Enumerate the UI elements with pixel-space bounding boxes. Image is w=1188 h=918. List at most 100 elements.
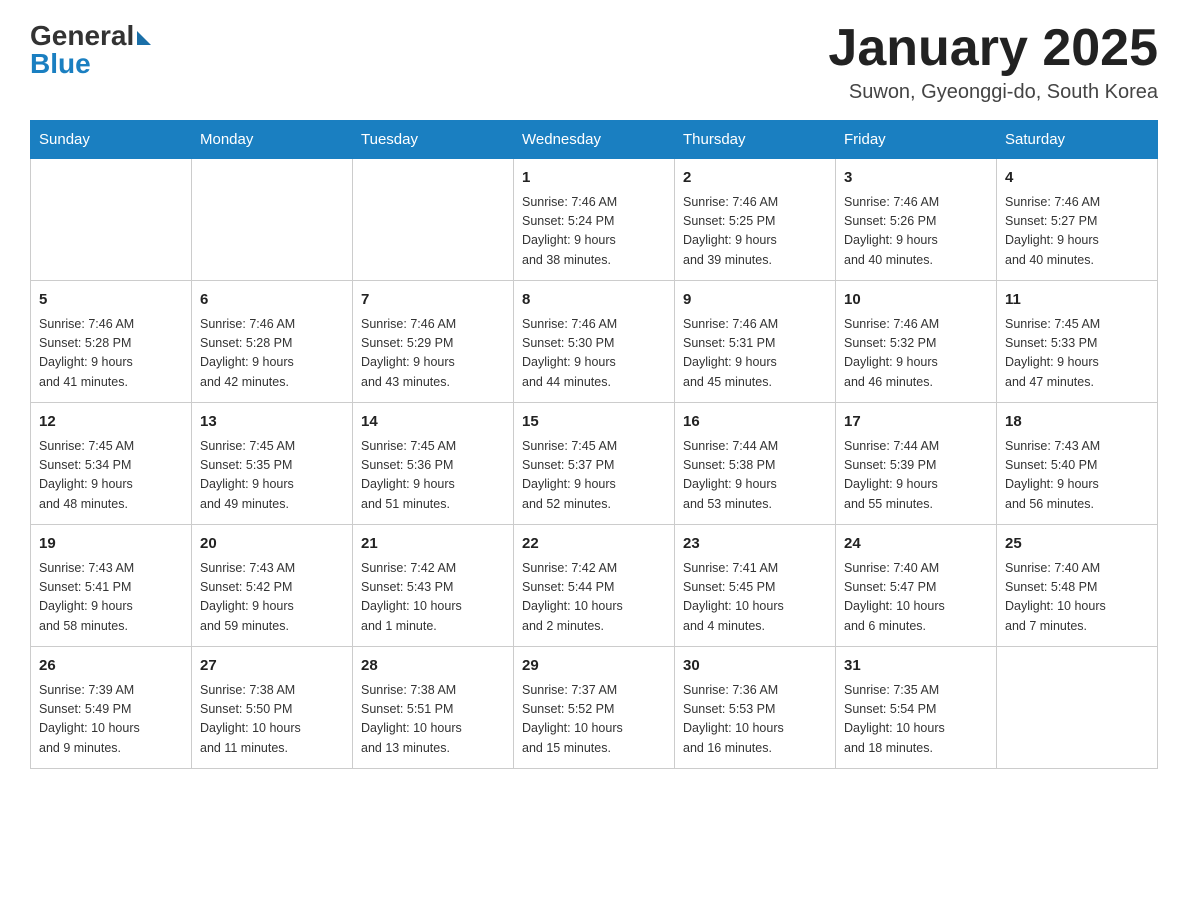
day-info: Sunrise: 7:45 AM Sunset: 5:37 PM Dayligh… <box>522 439 617 511</box>
calendar-week-4: 19Sunrise: 7:43 AM Sunset: 5:41 PM Dayli… <box>31 525 1158 647</box>
calendar-week-1: 1 Sunrise: 7:46 AM Sunset: 5:24 PM Daylig… <box>31 159 1158 281</box>
day-info: Sunrise: 7:46 AM Sunset: 5:32 PM Dayligh… <box>844 317 939 389</box>
day-info: Sunrise: 7:44 AM Sunset: 5:39 PM Dayligh… <box>844 439 939 511</box>
calendar-header-row: Sunday Monday Tuesday Wednesday Thursday… <box>31 121 1158 159</box>
calendar-cell: 8 Sunrise: 7:46 AM Sunset: 5:30 PM Daylig… <box>514 281 675 403</box>
calendar-cell <box>192 159 353 281</box>
calendar-cell: 19Sunrise: 7:43 AM Sunset: 5:41 PM Dayli… <box>31 525 192 647</box>
day-info: Sunrise: 7:45 AM Sunset: 5:34 PM Dayligh… <box>39 439 134 511</box>
calendar-cell: 21Sunrise: 7:42 AM Sunset: 5:43 PM Dayli… <box>353 525 514 647</box>
day-number: 25 <box>1005 533 1149 556</box>
calendar-cell: 4 Sunrise: 7:46 AM Sunset: 5:27 PM Daylig… <box>997 159 1158 281</box>
day-info: Sunrise: 7:38 AM Sunset: 5:51 PM Dayligh… <box>361 683 462 755</box>
calendar-cell: 26 Sunrise: 7:39 AM Sunset: 5:49 PM Dayli… <box>31 647 192 769</box>
calendar-cell: 27 Sunrise: 7:38 AM Sunset: 5:50 PM Dayli… <box>192 647 353 769</box>
day-number: 27 <box>200 655 344 678</box>
day-info: Sunrise: 7:41 AM Sunset: 5:45 PM Dayligh… <box>683 561 784 633</box>
calendar-cell: 28 Sunrise: 7:38 AM Sunset: 5:51 PM Dayli… <box>353 647 514 769</box>
day-info: Sunrise: 7:45 AM Sunset: 5:33 PM Dayligh… <box>1005 317 1100 389</box>
day-info: Sunrise: 7:45 AM Sunset: 5:36 PM Dayligh… <box>361 439 456 511</box>
header-saturday: Saturday <box>997 121 1158 159</box>
calendar-cell: 14 Sunrise: 7:45 AM Sunset: 5:36 PM Dayli… <box>353 403 514 525</box>
title-section: January 2025 Suwon, Gyeonggi-do, South K… <box>828 20 1158 104</box>
calendar-cell: 20 Sunrise: 7:43 AM Sunset: 5:42 PM Dayli… <box>192 525 353 647</box>
calendar-cell: 24 Sunrise: 7:40 AM Sunset: 5:47 PM Dayli… <box>836 525 997 647</box>
day-number: 30 <box>683 655 827 678</box>
day-info: Sunrise: 7:37 AM Sunset: 5:52 PM Dayligh… <box>522 683 623 755</box>
day-number: 5 <box>39 289 183 312</box>
day-number: 28 <box>361 655 505 678</box>
day-info: Sunrise: 7:46 AM Sunset: 5:25 PM Dayligh… <box>683 195 778 267</box>
day-info: Sunrise: 7:38 AM Sunset: 5:50 PM Dayligh… <box>200 683 301 755</box>
day-info: Sunrise: 7:46 AM Sunset: 5:28 PM Dayligh… <box>200 317 295 389</box>
header-tuesday: Tuesday <box>353 121 514 159</box>
day-number: 22 <box>522 533 666 556</box>
logo: General Blue <box>30 20 151 80</box>
day-number: 24 <box>844 533 988 556</box>
calendar-cell: 16 Sunrise: 7:44 AM Sunset: 5:38 PM Dayli… <box>675 403 836 525</box>
day-number: 31 <box>844 655 988 678</box>
day-number: 13 <box>200 411 344 434</box>
day-info: Sunrise: 7:40 AM Sunset: 5:48 PM Dayligh… <box>1005 561 1106 633</box>
calendar-cell: 6Sunrise: 7:46 AM Sunset: 5:28 PM Daylig… <box>192 281 353 403</box>
day-info: Sunrise: 7:46 AM Sunset: 5:27 PM Dayligh… <box>1005 195 1100 267</box>
calendar-cell: 29Sunrise: 7:37 AM Sunset: 5:52 PM Dayli… <box>514 647 675 769</box>
day-number: 20 <box>200 533 344 556</box>
calendar-cell: 5Sunrise: 7:46 AM Sunset: 5:28 PM Daylig… <box>31 281 192 403</box>
day-info: Sunrise: 7:39 AM Sunset: 5:49 PM Dayligh… <box>39 683 140 755</box>
day-number: 18 <box>1005 411 1149 434</box>
calendar-cell: 3 Sunrise: 7:46 AM Sunset: 5:26 PM Daylig… <box>836 159 997 281</box>
page-header: General Blue January 2025 Suwon, Gyeongg… <box>30 20 1158 104</box>
day-info: Sunrise: 7:42 AM Sunset: 5:43 PM Dayligh… <box>361 561 462 633</box>
header-monday: Monday <box>192 121 353 159</box>
day-info: Sunrise: 7:46 AM Sunset: 5:29 PM Dayligh… <box>361 317 456 389</box>
header-thursday: Thursday <box>675 121 836 159</box>
day-info: Sunrise: 7:45 AM Sunset: 5:35 PM Dayligh… <box>200 439 295 511</box>
calendar-week-5: 26 Sunrise: 7:39 AM Sunset: 5:49 PM Dayli… <box>31 647 1158 769</box>
calendar-cell: 31 Sunrise: 7:35 AM Sunset: 5:54 PM Dayli… <box>836 647 997 769</box>
day-info: Sunrise: 7:43 AM Sunset: 5:42 PM Dayligh… <box>200 561 295 633</box>
day-number: 9 <box>683 289 827 312</box>
calendar-cell: 10 Sunrise: 7:46 AM Sunset: 5:32 PM Dayli… <box>836 281 997 403</box>
day-number: 1 <box>522 167 666 190</box>
header-friday: Friday <box>836 121 997 159</box>
calendar-cell: 1 Sunrise: 7:46 AM Sunset: 5:24 PM Daylig… <box>514 159 675 281</box>
day-number: 2 <box>683 167 827 190</box>
day-number: 19 <box>39 533 183 556</box>
header-sunday: Sunday <box>31 121 192 159</box>
calendar-cell: 12Sunrise: 7:45 AM Sunset: 5:34 PM Dayli… <box>31 403 192 525</box>
day-info: Sunrise: 7:42 AM Sunset: 5:44 PM Dayligh… <box>522 561 623 633</box>
calendar-cell: 18Sunrise: 7:43 AM Sunset: 5:40 PM Dayli… <box>997 403 1158 525</box>
day-number: 15 <box>522 411 666 434</box>
day-number: 14 <box>361 411 505 434</box>
day-number: 23 <box>683 533 827 556</box>
day-number: 16 <box>683 411 827 434</box>
header-wednesday: Wednesday <box>514 121 675 159</box>
calendar-cell: 9 Sunrise: 7:46 AM Sunset: 5:31 PM Daylig… <box>675 281 836 403</box>
logo-blue-text: Blue <box>30 48 91 80</box>
calendar-cell: 2 Sunrise: 7:46 AM Sunset: 5:25 PM Daylig… <box>675 159 836 281</box>
day-number: 26 <box>39 655 183 678</box>
day-info: Sunrise: 7:46 AM Sunset: 5:24 PM Dayligh… <box>522 195 617 267</box>
location-title: Suwon, Gyeonggi-do, South Korea <box>828 81 1158 104</box>
day-info: Sunrise: 7:46 AM Sunset: 5:30 PM Dayligh… <box>522 317 617 389</box>
calendar-cell: 22 Sunrise: 7:42 AM Sunset: 5:44 PM Dayli… <box>514 525 675 647</box>
logo-arrow-icon <box>137 31 151 45</box>
calendar-cell: 30 Sunrise: 7:36 AM Sunset: 5:53 PM Dayli… <box>675 647 836 769</box>
calendar-cell: 17 Sunrise: 7:44 AM Sunset: 5:39 PM Dayli… <box>836 403 997 525</box>
day-number: 4 <box>1005 167 1149 190</box>
day-number: 17 <box>844 411 988 434</box>
calendar-week-2: 5 Sunrise: 7:46 AM Sunset: 5:28 PM Daylig… <box>31 281 1158 403</box>
calendar-cell: 25 Sunrise: 7:40 AM Sunset: 5:48 PM Dayli… <box>997 525 1158 647</box>
day-info: Sunrise: 7:46 AM Sunset: 5:31 PM Dayligh… <box>683 317 778 389</box>
day-info: Sunrise: 7:35 AM Sunset: 5:54 PM Dayligh… <box>844 683 945 755</box>
day-number: 8 <box>522 289 666 312</box>
calendar-cell <box>353 159 514 281</box>
day-info: Sunrise: 7:46 AM Sunset: 5:26 PM Dayligh… <box>844 195 939 267</box>
day-info: Sunrise: 7:40 AM Sunset: 5:47 PM Dayligh… <box>844 561 945 633</box>
day-number: 10 <box>844 289 988 312</box>
day-info: Sunrise: 7:36 AM Sunset: 5:53 PM Dayligh… <box>683 683 784 755</box>
calendar-cell: 11Sunrise: 7:45 AM Sunset: 5:33 PM Dayli… <box>997 281 1158 403</box>
day-number: 3 <box>844 167 988 190</box>
day-info: Sunrise: 7:44 AM Sunset: 5:38 PM Dayligh… <box>683 439 778 511</box>
